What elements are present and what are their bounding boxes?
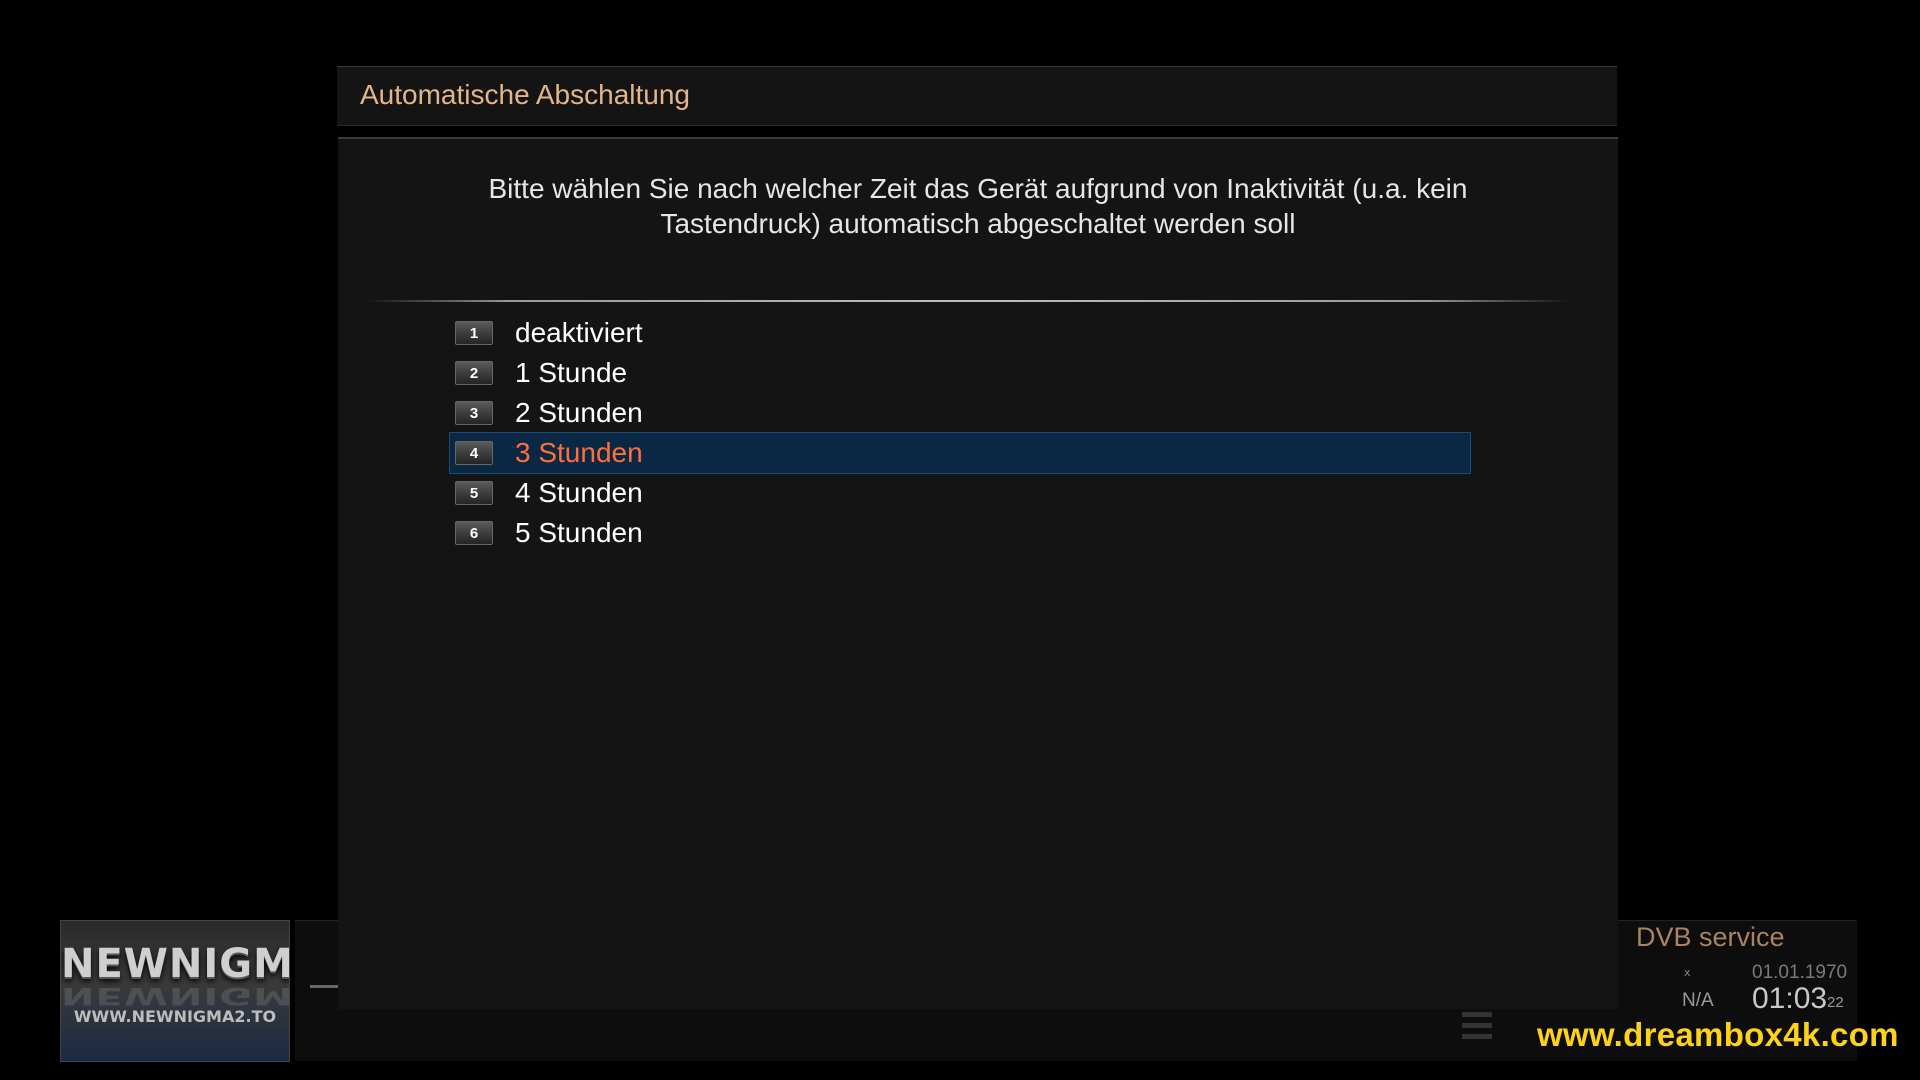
option-label: deaktiviert (515, 317, 643, 348)
logo-url: WWW.NEWNIGMA2.TO (73, 1007, 277, 1026)
logo-text: NEWNIGMA2 (61, 941, 290, 987)
option-label: 5 Stunden (515, 517, 643, 548)
option-label: 1 Stunde (515, 357, 628, 388)
dialog-title-bar: Automatische Abschaltung (337, 66, 1617, 126)
number-key-icon: 4 (455, 441, 493, 465)
service-seconds: 22 (1827, 994, 1844, 1011)
number-key-icon: 3 (455, 401, 493, 425)
list-item[interactable]: 3 2 Stunden (450, 393, 1470, 433)
option-label: 3 Stunden (515, 437, 643, 468)
list-item[interactable]: 4 3 Stunden (449, 432, 1471, 474)
list-item[interactable]: 6 5 Stunden (450, 513, 1470, 553)
logo-reflection: NEWNIGMA2 (61, 982, 290, 1010)
number-key-icon: 5 (455, 481, 493, 505)
service-date: 01.01.1970 (1752, 962, 1848, 983)
service-name: DVB service (1636, 922, 1785, 952)
list-item[interactable]: 2 1 Stunde (450, 353, 1470, 393)
dialog-title: Automatische Abschaltung (360, 79, 690, 110)
dialog-question: Bitte wählen Sie nach welcher Zeit das G… (398, 171, 1558, 241)
service-na: N/A (1682, 990, 1714, 1011)
service-small-mark: x (1684, 966, 1691, 979)
option-label: 2 Stunden (515, 397, 643, 428)
screen: NEWNIGMA2 NEWNIGMA2 WWW.NEWNIGMA2.TO DVB… (0, 0, 1920, 1080)
number-key-icon: 2 (455, 361, 493, 385)
number-key-icon: 1 (455, 321, 493, 345)
number-key-icon: 6 (455, 521, 493, 545)
question-line-2: Tastendruck) automatisch abgeschaltet we… (660, 208, 1296, 239)
menu-icon (1462, 1012, 1492, 1045)
choice-dialog: Bitte wählen Sie nach welcher Zeit das G… (338, 137, 1618, 1009)
list-item[interactable]: 1 deaktiviert (450, 313, 1470, 353)
watermark: www.dreambox4k.com (1537, 1016, 1899, 1053)
brand-logo: NEWNIGMA2 NEWNIGMA2 WWW.NEWNIGMA2.TO (60, 920, 290, 1062)
list-item[interactable]: 5 4 Stunden (450, 473, 1470, 513)
option-list[interactable]: 1 deaktiviert 2 1 Stunde 3 2 Stunden 4 3… (449, 313, 1471, 553)
separator (368, 300, 1568, 302)
infobar-progress-dash (310, 985, 340, 988)
question-line-1: Bitte wählen Sie nach welcher Zeit das G… (488, 173, 1468, 204)
option-label: 4 Stunden (515, 477, 643, 508)
service-time: 01:03 (1752, 982, 1828, 1015)
